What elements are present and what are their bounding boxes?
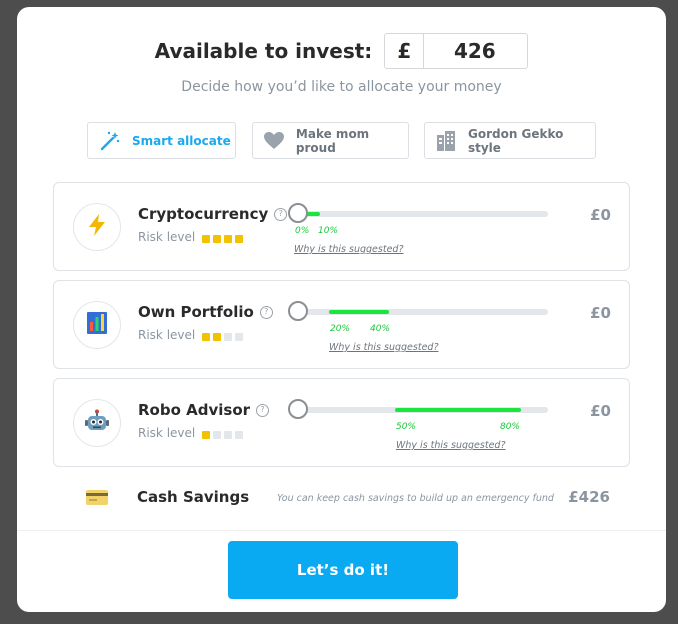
risk-level-dots (202, 431, 243, 439)
suggested-max-label: 10% (318, 226, 339, 236)
help-icon[interactable]: ? (274, 207, 288, 221)
smart-allocate-button[interactable]: Smart allocate (87, 122, 236, 159)
allocation-slider-thumb[interactable] (288, 301, 308, 321)
why-suggested-link[interactable]: Why is this suggested? (329, 342, 439, 353)
risk-dot (224, 235, 232, 243)
card-icon-circle (73, 399, 121, 447)
help-icon[interactable]: ? (256, 403, 270, 417)
why-suggested-link[interactable]: Why is this suggested? (294, 244, 404, 255)
cash-savings-row: Cash Savings You can keep cash savings t… (17, 482, 666, 512)
lets-do-it-button[interactable]: Let’s do it! (228, 541, 458, 599)
card-icon-circle (73, 203, 121, 251)
risk-dot (213, 235, 221, 243)
suggested-min-label: 50% (396, 422, 417, 432)
lightning-icon (88, 214, 106, 240)
risk-label: Risk level (138, 426, 196, 440)
card-name: Robo Advisor (138, 401, 251, 419)
card-amount: £0 (590, 206, 611, 224)
invest-header: Available to invest: £ 426 (17, 31, 666, 71)
cash-savings-note: You can keep cash savings to build up an… (277, 493, 554, 504)
cash-savings-amount: £426 (568, 488, 610, 506)
allocation-slider-track[interactable] (299, 309, 548, 315)
card-robo-advisor: Robo Advisor ? Risk level 50% 80% Why is… (53, 378, 630, 467)
card-icon-circle (73, 301, 121, 349)
bar-chart-icon (87, 312, 107, 338)
allocation-slider-thumb[interactable] (288, 399, 308, 419)
risk-dot (213, 431, 221, 439)
subtitle: Decide how you’d like to allocate your m… (181, 79, 502, 95)
suggested-min-label: 20% (330, 324, 351, 334)
risk-dot (224, 333, 232, 341)
credit-card-icon (86, 490, 108, 509)
card-name: Own Portfolio (138, 303, 254, 321)
suggested-range (395, 408, 521, 412)
magic-wand-icon (98, 129, 122, 153)
risk-level-dots (202, 333, 243, 341)
gordon-gekko-style-button[interactable]: Gordon Gekko style (424, 122, 596, 159)
suggested-min-label: 0% (295, 226, 310, 236)
risk-dot (235, 235, 243, 243)
card-amount: £0 (590, 304, 611, 322)
preset-label: Gordon Gekko style (467, 126, 564, 155)
preset-label: Make mom proud (295, 126, 370, 155)
risk-dot (235, 431, 243, 439)
allocation-slider-track[interactable] (299, 407, 548, 413)
risk-dot (202, 431, 210, 439)
cash-savings-label: Cash Savings (137, 488, 250, 506)
card-title: Robo Advisor ? (138, 401, 270, 419)
page-title: Available to invest: (154, 39, 373, 63)
card-cryptocurrency: Cryptocurrency ? Risk level 0% 10% Why i… (53, 182, 630, 271)
suggested-max-label: 80% (500, 422, 521, 432)
footer-divider (17, 530, 666, 531)
card-name: Cryptocurrency (138, 205, 269, 223)
allocation-slider-thumb[interactable] (288, 203, 308, 223)
preset-label: Smart allocate (132, 133, 231, 148)
building-icon (435, 129, 458, 153)
amount-input[interactable]: £ 426 (384, 33, 529, 69)
allocation-modal: Available to invest: £ 426 Decide how yo… (17, 7, 666, 612)
robot-icon (85, 409, 109, 437)
risk-dot (224, 431, 232, 439)
risk-dot (202, 235, 210, 243)
card-title: Cryptocurrency ? (138, 205, 288, 223)
make-mom-proud-button[interactable]: Make mom proud (252, 122, 409, 159)
card-own-portfolio: Own Portfolio ? Risk level 20% 40% Why i… (53, 280, 630, 369)
risk-dot (202, 333, 210, 341)
card-amount: £0 (590, 402, 611, 420)
amount-value[interactable]: 426 (424, 34, 527, 68)
currency-symbol: £ (385, 34, 425, 68)
allocation-slider-track[interactable] (299, 211, 548, 217)
card-title: Own Portfolio ? (138, 303, 273, 321)
risk-dot (235, 333, 243, 341)
risk-label: Risk level (138, 328, 196, 342)
why-suggested-link[interactable]: Why is this suggested? (396, 440, 506, 451)
help-icon[interactable]: ? (259, 305, 273, 319)
suggested-max-label: 40% (370, 324, 391, 334)
risk-dot (213, 333, 221, 341)
suggested-range (329, 310, 389, 314)
risk-level-dots (202, 235, 243, 243)
risk-label: Risk level (138, 230, 196, 244)
heart-icon (263, 129, 286, 153)
